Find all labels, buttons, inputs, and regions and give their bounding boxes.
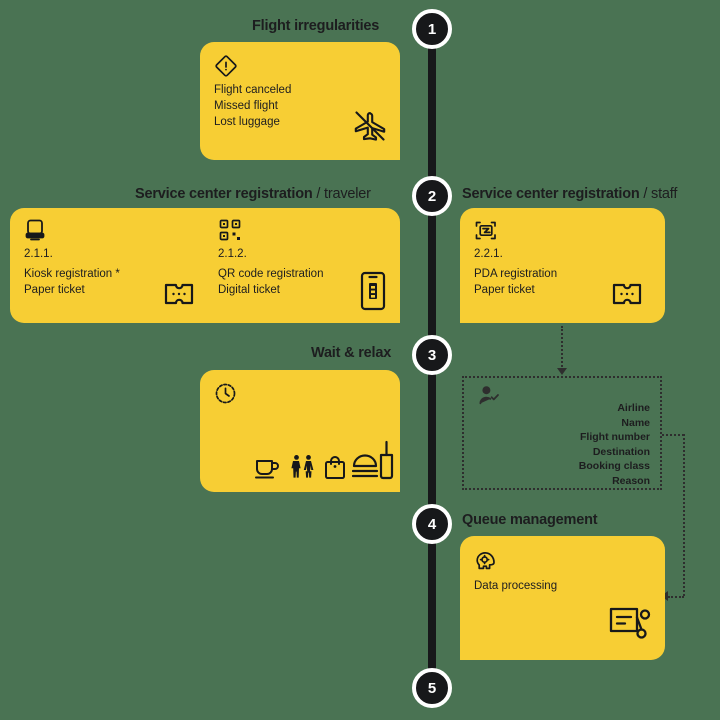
timeline-node-3[interactable]: 3 bbox=[412, 335, 452, 375]
kiosk-icon bbox=[24, 218, 46, 242]
staff-option-detail: Paper ticket bbox=[474, 284, 535, 296]
card-queue-management[interactable]: Data processing bbox=[460, 536, 665, 660]
timeline-node-2-label: 2 bbox=[427, 187, 437, 205]
card-wait-relax[interactable] bbox=[200, 370, 400, 492]
timeline-node-5-label: 5 bbox=[427, 679, 437, 697]
option-211-detail: Paper ticket bbox=[24, 284, 85, 296]
timeline-node-3-label: 3 bbox=[427, 346, 437, 364]
option-211-title: Kiosk registration * bbox=[24, 268, 120, 280]
option-212-title: QR code registration bbox=[218, 268, 324, 280]
paper-ticket-icon bbox=[162, 276, 196, 312]
timeline-node-4[interactable]: 4 bbox=[412, 504, 452, 544]
timeline-node-1-label: 1 bbox=[427, 20, 437, 38]
step-2-traveler-header-main: Service center registration bbox=[135, 186, 313, 202]
step-2-traveler-header-sub: / traveler bbox=[312, 186, 371, 202]
cafe-icon bbox=[254, 456, 280, 480]
ticket-queue-icon bbox=[608, 602, 652, 644]
card-flight-irregularities[interactable]: Flight canceled Missed flight Lost lugga… bbox=[200, 42, 400, 160]
mobile-ticket-icon bbox=[358, 270, 388, 312]
feedback-path-right bbox=[683, 434, 685, 596]
timeline-node-2[interactable]: 2 bbox=[412, 176, 452, 216]
option-211-number: 2.1.1. bbox=[24, 248, 53, 260]
step-2-staff-header-sub: / staff bbox=[639, 186, 678, 202]
step-2-traveler-header: Service center registration / traveler bbox=[135, 186, 371, 202]
feedback-path-bottom bbox=[668, 596, 684, 598]
qr-code-icon bbox=[218, 218, 242, 242]
card-registration-staff[interactable]: 2.2.1. PDA registration Paper ticket bbox=[460, 208, 665, 323]
queue-management-label: Data processing bbox=[474, 580, 558, 592]
connector-staff-to-data-arrow bbox=[557, 368, 567, 375]
feedback-path-top bbox=[662, 434, 684, 436]
connector-staff-to-data bbox=[561, 326, 563, 370]
timeline-node-1[interactable]: 1 bbox=[412, 9, 452, 49]
step-4-header: Queue management bbox=[462, 512, 598, 528]
pda-scanner-icon bbox=[474, 219, 498, 242]
timeline-node-5[interactable]: 5 bbox=[412, 668, 452, 708]
warning-diamond-icon bbox=[214, 54, 238, 78]
timeline-node-4-label: 4 bbox=[427, 515, 437, 533]
option-212-detail: Digital ticket bbox=[218, 284, 280, 296]
staff-option-title: PDA registration bbox=[474, 268, 558, 280]
step-3-header: Wait & relax bbox=[311, 345, 392, 361]
step-2-staff-header: Service center registration / staff bbox=[462, 186, 677, 202]
step-2-staff-header-main: Service center registration bbox=[462, 186, 640, 202]
option-212-number: 2.1.2. bbox=[218, 248, 247, 260]
restroom-icon bbox=[290, 454, 316, 480]
staff-option-number: 2.2.1. bbox=[474, 248, 503, 260]
data-group-fields: Airline Name Flight number Destination B… bbox=[578, 402, 650, 487]
food-icon bbox=[352, 440, 394, 480]
step-1-header: Flight irregularities bbox=[252, 18, 380, 34]
clock-icon bbox=[214, 382, 237, 405]
paper-ticket-icon bbox=[610, 276, 644, 312]
shop-icon bbox=[323, 455, 347, 480]
data-processing-icon bbox=[474, 548, 498, 572]
flight-irregularities-list: Flight canceled Missed flight Lost lugga… bbox=[214, 84, 292, 128]
card-registration-traveler[interactable]: 2.1.1. Kiosk registration * Paper ticket bbox=[10, 208, 400, 323]
flowchart-canvas: 1 2 3 4 5 Flight irregularities Flight c… bbox=[0, 0, 720, 720]
no-flight-icon bbox=[348, 104, 392, 148]
